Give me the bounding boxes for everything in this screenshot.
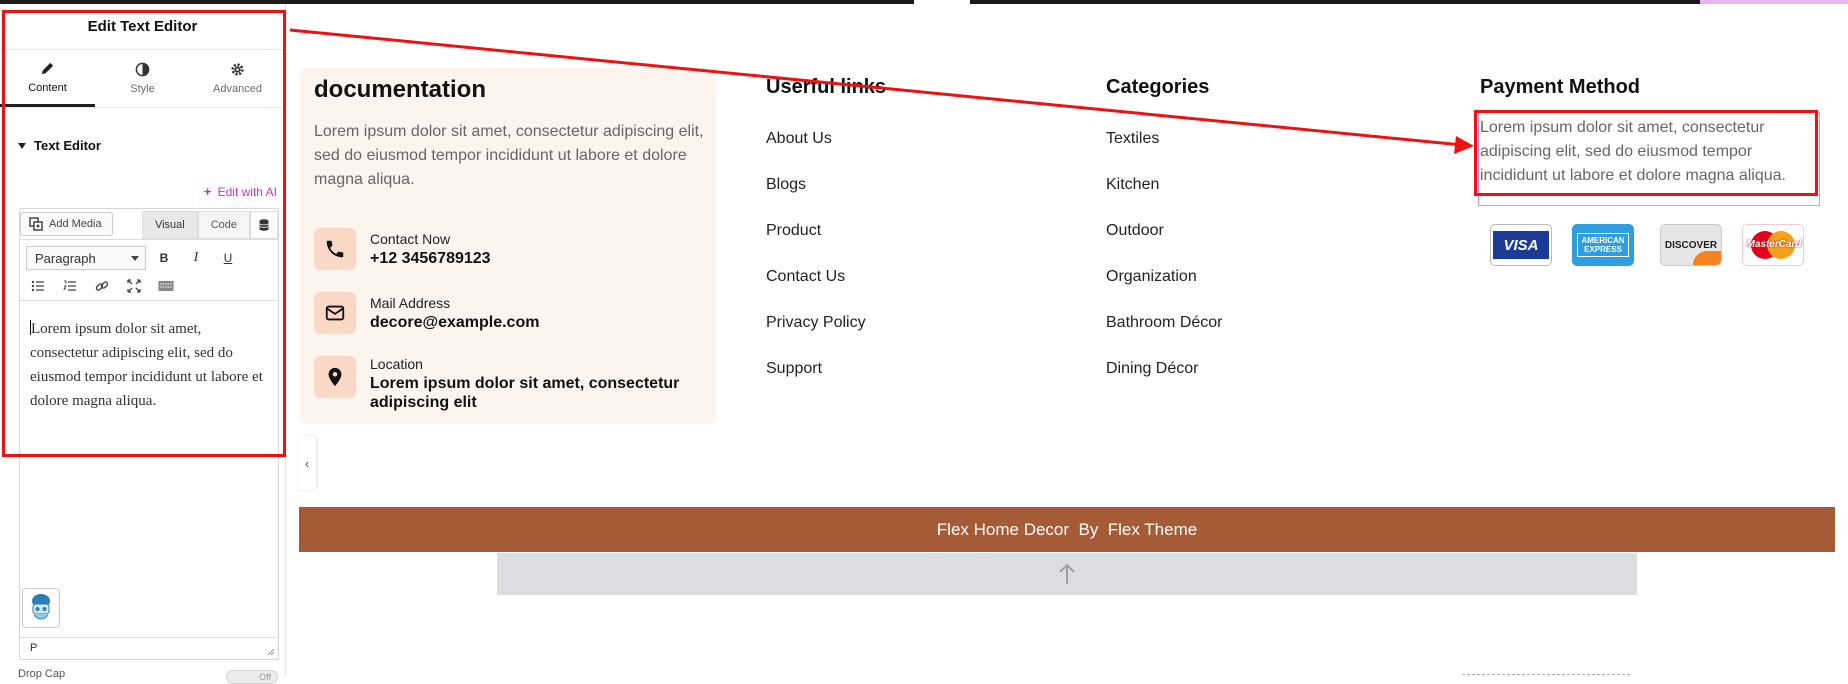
annotation-arrow bbox=[289, 28, 1474, 154]
